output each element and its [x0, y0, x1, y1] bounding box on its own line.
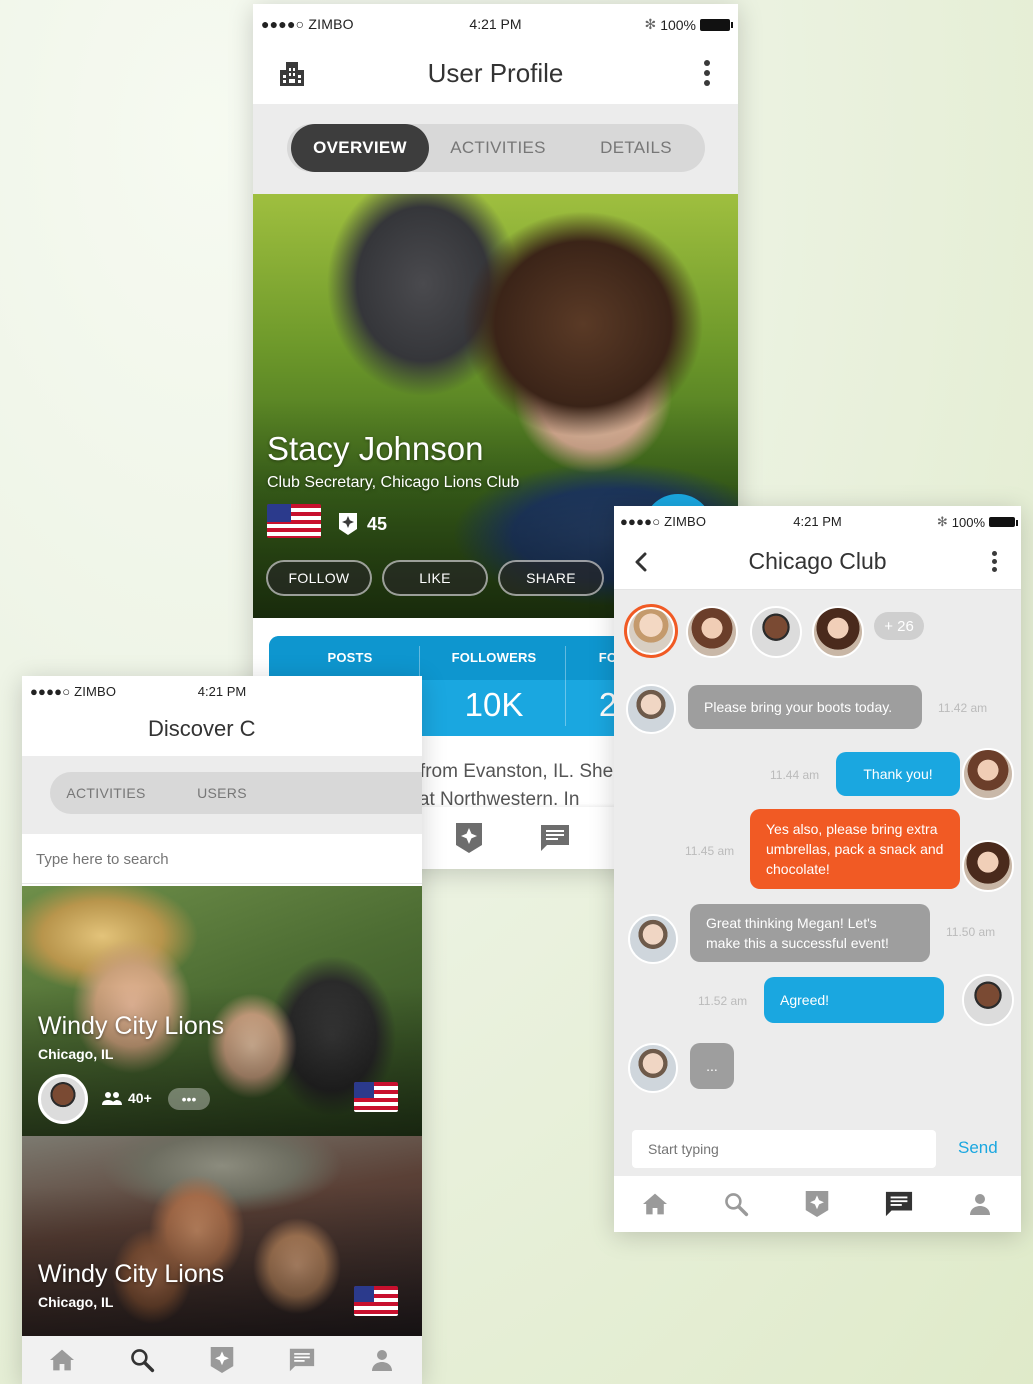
user-icon[interactable] [358, 1336, 406, 1384]
search-icon[interactable] [118, 1336, 166, 1384]
segmented-tabs: OVERVIEW ACTIVITIES DETAILS [287, 124, 705, 172]
avatar[interactable] [624, 604, 678, 658]
badge-icon[interactable] [445, 814, 493, 862]
page-title: Discover C [148, 716, 256, 741]
profile-role: Club Secretary, Chicago Lions Club [267, 474, 520, 491]
badge-icon [337, 512, 359, 536]
avatar[interactable] [38, 1074, 88, 1124]
avatar[interactable] [686, 606, 738, 658]
tab-bar-container: ACTIVITIES USERS [22, 756, 422, 834]
club-list: Windy City Lions Chicago, IL 40+ ••• Win… [22, 886, 422, 1336]
avatar [626, 684, 676, 734]
tab-details[interactable]: DETAILS [567, 124, 705, 172]
message-time: 11.42 am [938, 701, 988, 715]
message-bubble[interactable]: Agreed! [764, 977, 944, 1023]
message-bubble[interactable]: Yes also, please bring extra umbrellas, … [750, 809, 960, 889]
profile-name: Stacy Johnson [267, 430, 484, 467]
chat-screen: ●●●●○ ZIMBO 4:21 PM ✻ 100% Chicago Club … [614, 506, 1021, 1232]
clock: 4:21 PM [197, 684, 247, 699]
message-input[interactable] [632, 1130, 936, 1168]
share-button[interactable]: SHARE [498, 560, 604, 596]
bluetooth-icon: ✻ [644, 16, 657, 32]
badge-icon[interactable] [198, 1336, 246, 1384]
score-value: 45 [367, 513, 388, 534]
club-card[interactable]: Windy City Lions Chicago, IL [22, 1136, 422, 1336]
status-bar: ●●●●○ ZIMBO 4:21 PM ✻ 100% [253, 4, 738, 42]
building-icon[interactable] [277, 58, 307, 88]
search-bar [22, 834, 422, 884]
club-name: Windy City Lions [38, 1260, 225, 1288]
club-location: Chicago, IL [38, 1046, 114, 1062]
tab-bar-container: OVERVIEW ACTIVITIES DETAILS [253, 104, 738, 194]
message-bubble[interactable]: Please bring your boots today. [688, 685, 922, 729]
avatar[interactable] [750, 606, 802, 658]
kebab-menu-icon[interactable] [704, 60, 710, 86]
member-strip [614, 594, 1021, 672]
badge-icon[interactable] [793, 1180, 841, 1228]
more-dots-icon[interactable]: ••• [168, 1088, 210, 1110]
avatar[interactable] [812, 606, 864, 658]
user-icon[interactable] [956, 1180, 1004, 1228]
club-location: Chicago, IL [38, 1294, 114, 1310]
avatar [962, 840, 1014, 892]
tab-overview[interactable]: OVERVIEW [291, 124, 429, 172]
avatar [962, 974, 1014, 1026]
tab-users[interactable]: USERS [162, 772, 282, 814]
send-button[interactable]: Send [958, 1138, 998, 1158]
kebab-menu-icon[interactable] [992, 551, 997, 572]
club-card[interactable]: Windy City Lions Chicago, IL 40+ ••• [22, 886, 422, 1136]
message-time: 11.44 am [770, 768, 820, 782]
bluetooth-icon: ✻ [936, 514, 948, 529]
message-bubble[interactable]: Great thinking Megan! Let's make this a … [690, 904, 930, 962]
avatar [628, 914, 678, 964]
search-input[interactable] [36, 844, 396, 874]
battery-icon [989, 517, 1018, 527]
like-button[interactable]: LIKE [382, 560, 488, 596]
status-bar: ●●●●○ ZIMBO 4:21 PM ✻ 100% [614, 506, 1021, 534]
message-bubble[interactable]: Thank you! [836, 752, 960, 796]
back-arrow-icon[interactable] [634, 552, 648, 572]
typing-indicator: ... [690, 1043, 734, 1089]
search-icon[interactable] [712, 1180, 760, 1228]
segmented-tabs: ACTIVITIES USERS [50, 772, 422, 814]
us-flag-icon [354, 1082, 398, 1112]
avatar [628, 1043, 678, 1093]
page-title: Chicago Club [748, 548, 887, 574]
tab-activities[interactable]: ACTIVITIES [429, 124, 567, 172]
title-bar: Discover C [22, 706, 422, 756]
avatar [962, 748, 1014, 800]
more-members-badge[interactable]: + 26 [874, 612, 924, 640]
people-icon [102, 1091, 122, 1105]
message-time: 11.50 am [946, 925, 996, 939]
title-bar: Chicago Club [614, 534, 1021, 590]
page-title: User Profile [427, 57, 564, 88]
carrier-label: ●●●●○ ZIMBO [30, 684, 117, 699]
message-time: 11.45 am [685, 844, 735, 858]
status-bar: ●●●●○ ZIMBO 4:21 PM [22, 676, 422, 706]
home-icon[interactable] [631, 1180, 679, 1228]
bottom-nav [22, 1336, 422, 1384]
title-bar: User Profile [253, 42, 738, 104]
chat-icon[interactable] [278, 1336, 326, 1384]
discover-screen: ●●●●○ ZIMBO 4:21 PM Discover C ACTIVITIE… [22, 676, 422, 1384]
battery-indicator: ✻ 100% [644, 16, 733, 33]
message-composer: Send [614, 1118, 1021, 1178]
member-count: 40+ [102, 1090, 152, 1106]
club-name: Windy City Lions [38, 1012, 225, 1040]
message-time: 11.52 am [698, 994, 748, 1008]
battery-indicator: ✻ 100% [936, 514, 1018, 530]
chat-icon[interactable] [531, 814, 579, 862]
us-flag-icon [354, 1286, 398, 1316]
battery-icon [700, 18, 733, 31]
tab-activities[interactable]: ACTIVITIES [50, 772, 162, 814]
bottom-nav [614, 1176, 1021, 1232]
follow-button[interactable]: FOLLOW [266, 560, 372, 596]
chat-icon[interactable] [875, 1180, 923, 1228]
us-flag-icon [267, 504, 321, 538]
score-badge: 45 [337, 512, 387, 536]
home-icon[interactable] [38, 1336, 86, 1384]
